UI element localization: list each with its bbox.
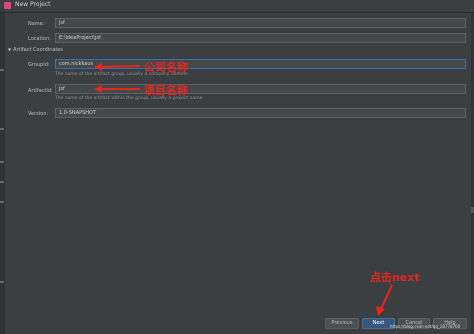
watermark: https://blog.csdn.net/qq_28778760 bbox=[390, 324, 461, 329]
groupid-arrowhead bbox=[94, 63, 102, 71]
next-arrow bbox=[380, 284, 393, 310]
annotation-project-name: 项目名称 bbox=[144, 84, 188, 97]
annotation-click-next: 点击next bbox=[370, 271, 420, 284]
next-arrowhead bbox=[376, 306, 385, 316]
annotation-company-name: 公司名称 bbox=[144, 61, 188, 74]
groupid-arrow bbox=[99, 65, 141, 68]
artifactid-arrowhead bbox=[94, 85, 102, 93]
previous-button[interactable]: Previous bbox=[325, 318, 359, 329]
